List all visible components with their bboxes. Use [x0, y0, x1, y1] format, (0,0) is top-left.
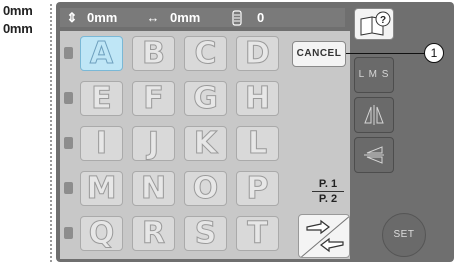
letter-tile-e[interactable]: E — [80, 81, 123, 116]
letter-glyph: P — [246, 170, 269, 206]
svg-text:?: ? — [380, 15, 386, 26]
letter-glyph: R — [141, 215, 166, 251]
letter-glyph: F — [143, 80, 164, 116]
letter-tile-t[interactable]: T — [236, 216, 279, 251]
letter-tile-r[interactable]: R — [132, 216, 175, 251]
letter-tile-f[interactable]: F — [132, 81, 175, 116]
height-value: 0mm — [87, 10, 118, 25]
letter-tile-g[interactable]: G — [184, 81, 227, 116]
side-value-strip: 0mm 0mm — [0, 0, 55, 264]
letter-glyph: B — [142, 35, 166, 71]
mirror-icon — [364, 105, 384, 125]
letter-glyph: C — [194, 35, 217, 71]
letter-glyph: M — [86, 170, 117, 206]
letter-glyph: T — [247, 215, 268, 251]
width-value: 0mm — [170, 10, 201, 25]
row-handle — [64, 92, 73, 104]
letter-tile-k[interactable]: K — [184, 126, 227, 161]
header-bar: ⇕ 0mm ↔ 0mm 0 — [60, 8, 345, 27]
letter-glyph: Q — [88, 215, 115, 251]
letter-tile-h[interactable]: H — [236, 81, 279, 116]
lms-button[interactable]: L M S — [354, 57, 394, 93]
flip-button[interactable] — [354, 137, 394, 173]
letter-glyph: O — [192, 170, 219, 206]
letter-tile-c[interactable]: C — [184, 36, 227, 71]
spool-icon — [229, 8, 245, 27]
letter-tile-q[interactable]: Q — [80, 216, 123, 251]
letter-glyph: A — [89, 35, 114, 71]
row-handle — [64, 182, 73, 194]
height-arrows-icon: ⇕ — [66, 10, 78, 25]
letter-glyph: D — [245, 35, 271, 71]
callout-line — [346, 53, 425, 54]
letter-glyph: K — [193, 125, 218, 161]
set-button[interactable]: SET — [382, 213, 426, 257]
side-value-bottom: 0mm — [3, 21, 33, 36]
letter-tile-j[interactable]: J — [132, 126, 175, 161]
page-indicator: P. 1 P. 2 — [308, 178, 348, 212]
page-current: P. 1 — [318, 178, 338, 190]
row-handle — [64, 137, 73, 149]
letter-tile-i[interactable]: I — [80, 126, 123, 161]
flip-icon — [364, 146, 384, 164]
row-handle — [64, 47, 73, 59]
page-arrows-icon — [300, 216, 349, 257]
letter-glyph: G — [193, 80, 219, 116]
letter-tile-a[interactable]: A — [80, 36, 123, 71]
letter-tile-d[interactable]: D — [236, 36, 279, 71]
letter-tile-p[interactable]: P — [236, 171, 279, 206]
letter-tile-m[interactable]: M — [80, 171, 123, 206]
help-button[interactable]: ? — [354, 8, 394, 40]
help-book-icon: ? — [360, 11, 391, 36]
mirror-button[interactable] — [354, 97, 394, 133]
callout-marker: 1 — [424, 43, 444, 63]
page-divider — [312, 191, 344, 192]
letter-glyph: I — [95, 125, 108, 161]
letter-glyph: J — [147, 125, 160, 161]
letter-glyph: N — [140, 170, 167, 206]
letter-tile-l[interactable]: L — [236, 126, 279, 161]
letter-glyph: L — [247, 125, 268, 161]
cancel-button[interactable]: CANCEL — [292, 41, 346, 67]
letter-tile-n[interactable]: N — [132, 171, 175, 206]
letter-tile-s[interactable]: S — [184, 216, 227, 251]
page-arrows-button[interactable] — [298, 214, 350, 258]
width-arrows-icon: ↔ — [146, 10, 160, 25]
letter-glyph: S — [194, 215, 217, 251]
letter-glyph: E — [91, 80, 112, 116]
letter-tile-o[interactable]: O — [184, 171, 227, 206]
row-handle — [64, 227, 73, 239]
stitch-count: 0 — [257, 10, 265, 25]
letter-tile-b[interactable]: B — [132, 36, 175, 71]
page-total: P. 2 — [318, 193, 338, 205]
side-value-top: 0mm — [3, 3, 33, 18]
letter-glyph: H — [244, 80, 271, 116]
